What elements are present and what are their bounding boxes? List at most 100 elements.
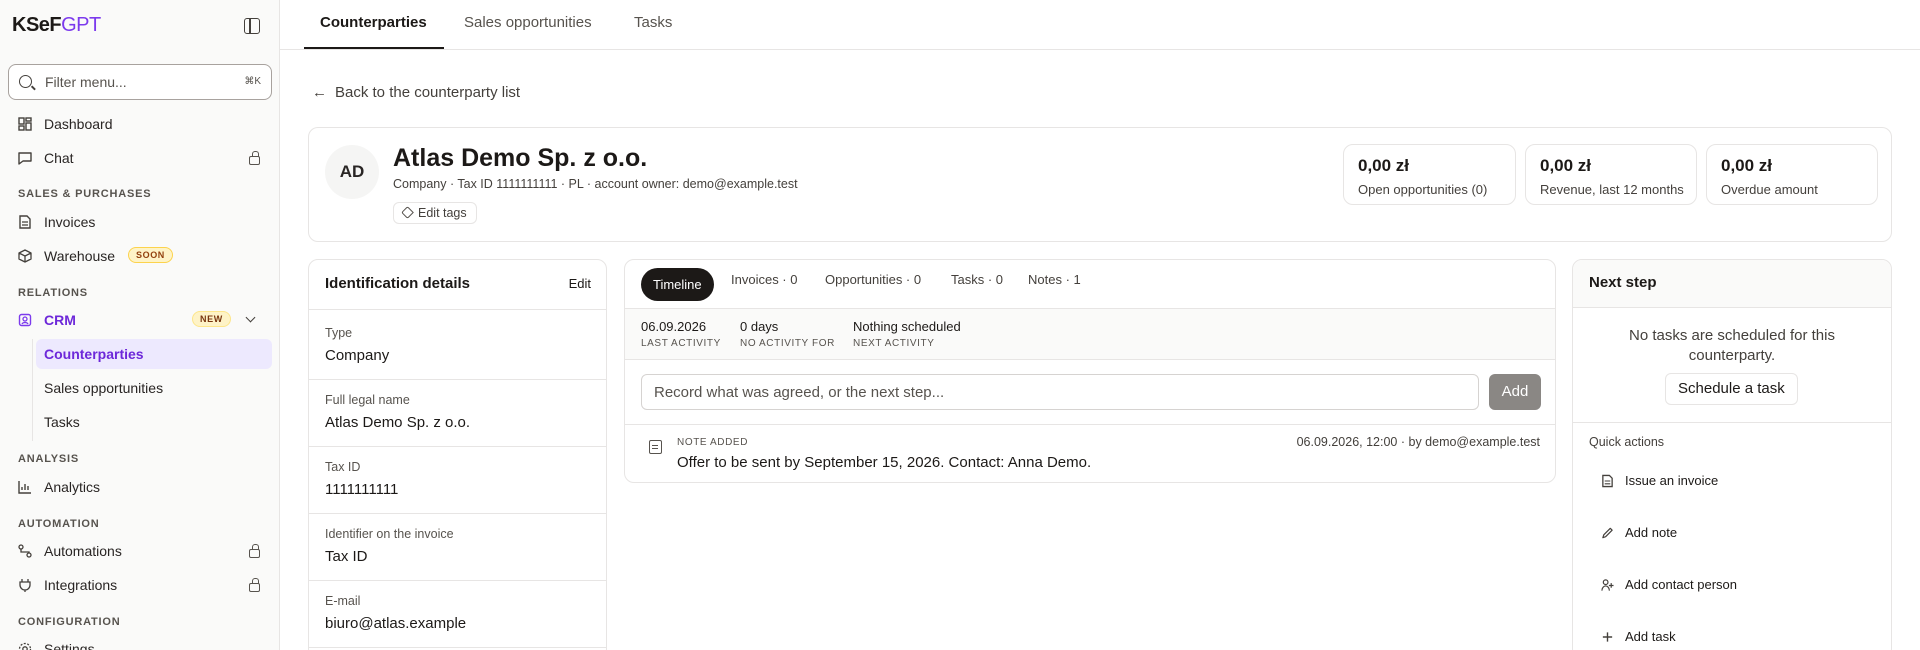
document-icon	[19, 215, 31, 229]
stat-revenue: 0,00 zł Revenue, last 12 months	[1525, 144, 1697, 205]
sidebar-item-counterparties[interactable]: Counterparties	[36, 339, 272, 369]
field-value: Tax ID	[325, 548, 368, 565]
logo-prefix: KSeF	[12, 14, 62, 36]
tab-sales-opportunities[interactable]: Sales opportunities	[464, 14, 592, 31]
note-icon	[649, 440, 662, 454]
sidebar-item-warehouse[interactable]: Warehouse SOON	[8, 241, 272, 271]
sidebar-item-sales-opportunities[interactable]: Sales opportunities	[36, 373, 272, 403]
sidebar-item-tasks[interactable]: Tasks	[36, 407, 272, 437]
sidebar-item-label: Chat	[44, 150, 74, 166]
edit-button[interactable]: Edit	[569, 276, 591, 291]
divider	[309, 647, 606, 648]
tab-invoices[interactable]: Invoices · 0	[731, 272, 797, 287]
sidebar: KSeFGPT Filter menu... ⌘K Dashboard Chat…	[0, 0, 280, 650]
sidebar-item-label: Dashboard	[44, 116, 113, 132]
top-tab-bar: Counterparties Sales opportunities Tasks	[280, 0, 1920, 50]
sidebar-item-analytics[interactable]: Analytics	[8, 472, 272, 502]
app-logo[interactable]: KSeFGPT	[12, 14, 101, 37]
stat-label: Open opportunities (0)	[1358, 182, 1488, 197]
lock-icon	[249, 544, 260, 558]
section-heading-analysis: ANALYSIS	[18, 453, 80, 465]
sidebar-item-settings[interactable]: Settings	[8, 634, 272, 650]
sidebar-item-label: Counterparties	[44, 346, 144, 362]
stat-value: Nothing scheduled	[853, 319, 961, 334]
timeline-card: Timeline Invoices · 0 Opportunities · 0 …	[624, 259, 1556, 483]
sidebar-item-label: Invoices	[44, 214, 96, 230]
stat-value: 06.09.2026	[641, 319, 707, 334]
divider	[625, 424, 1555, 425]
note-input-placeholder: Record what was agreed, or the next step…	[654, 384, 945, 401]
action-label: Issue an invoice	[1625, 473, 1719, 488]
sidebar-item-label: Automations	[44, 543, 122, 559]
stat-overdue: 0,00 zł Overdue amount	[1706, 144, 1878, 205]
action-label: Add note	[1625, 525, 1678, 540]
sidebar-item-label: CRM	[44, 312, 76, 328]
schedule-task-button[interactable]: Schedule a task	[1665, 373, 1798, 405]
tab-opportunities[interactable]: Opportunities · 0	[825, 272, 921, 287]
company-meta: Company · Tax ID 1111111111 · PL · accou…	[393, 177, 798, 191]
stat-open-opportunities: 0,00 zł Open opportunities (0)	[1343, 144, 1516, 205]
field-label: Identifier on the invoice	[325, 527, 454, 541]
sidebar-item-label: Tasks	[44, 414, 80, 430]
filter-menu-input[interactable]: Filter menu... ⌘K	[8, 64, 272, 100]
identification-card: Identification details Edit Type Company…	[308, 259, 607, 650]
field-label: Tax ID	[325, 460, 361, 474]
tab-timeline[interactable]: Timeline	[641, 268, 714, 301]
sidebar-item-dashboard[interactable]: Dashboard	[8, 109, 272, 139]
section-heading-automation: AUTOMATION	[18, 518, 100, 530]
section-heading-configuration: CONFIGURATION	[18, 616, 121, 628]
tab-tasks[interactable]: Tasks	[634, 14, 672, 31]
stat-value: 0,00 zł	[1540, 156, 1592, 175]
add-note-button[interactable]: Add	[1489, 374, 1541, 410]
edit-tags-label: Edit tags	[418, 206, 467, 220]
note-meta: 06.09.2026, 12:00 · by demo@example.test	[1296, 435, 1540, 449]
page-title: Atlas Demo Sp. z o.o.	[393, 144, 648, 172]
action-label: Add task	[1625, 629, 1676, 644]
divider	[309, 513, 606, 514]
sidebar-item-invoices[interactable]: Invoices	[8, 207, 272, 237]
pencil-icon	[1602, 527, 1613, 539]
back-link[interactable]: ← Back to the counterparty list	[312, 84, 520, 101]
sidebar-item-label: Integrations	[44, 577, 118, 593]
empty-state-text: No tasks are scheduled for this counterp…	[1629, 327, 1835, 364]
section-heading-relations: RELATIONS	[18, 287, 88, 299]
field-label: E-mail	[325, 594, 361, 608]
plus-icon	[1602, 632, 1613, 642]
tag-icon	[401, 206, 414, 219]
field-label: Type	[325, 326, 353, 340]
tab-tasks[interactable]: Tasks · 0	[951, 272, 1003, 287]
stat-value: 0,00 zł	[1721, 156, 1773, 175]
sidebar-item-label: Settings	[44, 641, 95, 650]
tab-counterparties[interactable]: Counterparties	[320, 14, 427, 31]
sidebar-item-label: Warehouse	[44, 248, 116, 264]
sidebar-item-crm[interactable]: CRM NEW	[8, 305, 272, 335]
divider	[309, 309, 606, 310]
stat-value: 0 days	[740, 319, 779, 334]
sidebar-item-integrations[interactable]: Integrations	[8, 570, 272, 600]
collapse-sidebar-icon[interactable]	[244, 18, 260, 34]
card-title: Identification details	[325, 275, 471, 292]
lock-icon	[249, 578, 260, 592]
bar-chart-icon	[18, 481, 31, 494]
note-input[interactable]: Record what was agreed, or the next step…	[641, 374, 1479, 410]
card-title: Next step	[1589, 274, 1657, 291]
stat-label: Revenue, last 12 months	[1540, 182, 1684, 197]
sidebar-item-label: Analytics	[44, 479, 101, 495]
edit-tags-button[interactable]: Edit tags	[393, 202, 477, 224]
stat-value: 0,00 zł	[1358, 156, 1410, 175]
tab-notes[interactable]: Notes · 1	[1028, 272, 1081, 287]
back-link-label: Back to the counterparty list	[335, 84, 521, 101]
new-badge: NEW	[192, 311, 231, 327]
chevron-down-icon[interactable]	[245, 312, 256, 323]
sidebar-item-automations[interactable]: Automations	[8, 536, 272, 566]
next-step-card: Next step No tasks are scheduled for thi…	[1572, 259, 1892, 650]
sidebar-item-chat[interactable]: Chat	[8, 143, 272, 173]
arrow-left-icon: ←	[312, 84, 327, 101]
field-value: biuro@atlas.example	[325, 615, 467, 632]
stat-label: NEXT ACTIVITY	[853, 338, 935, 349]
section-heading-sales: SALES & PURCHASES	[18, 188, 152, 200]
avatar: AD	[325, 145, 379, 199]
plug-icon	[19, 579, 31, 592]
counterparty-header: AD Atlas Demo Sp. z o.o. Company · Tax I…	[308, 127, 1892, 242]
lock-icon	[249, 151, 260, 165]
